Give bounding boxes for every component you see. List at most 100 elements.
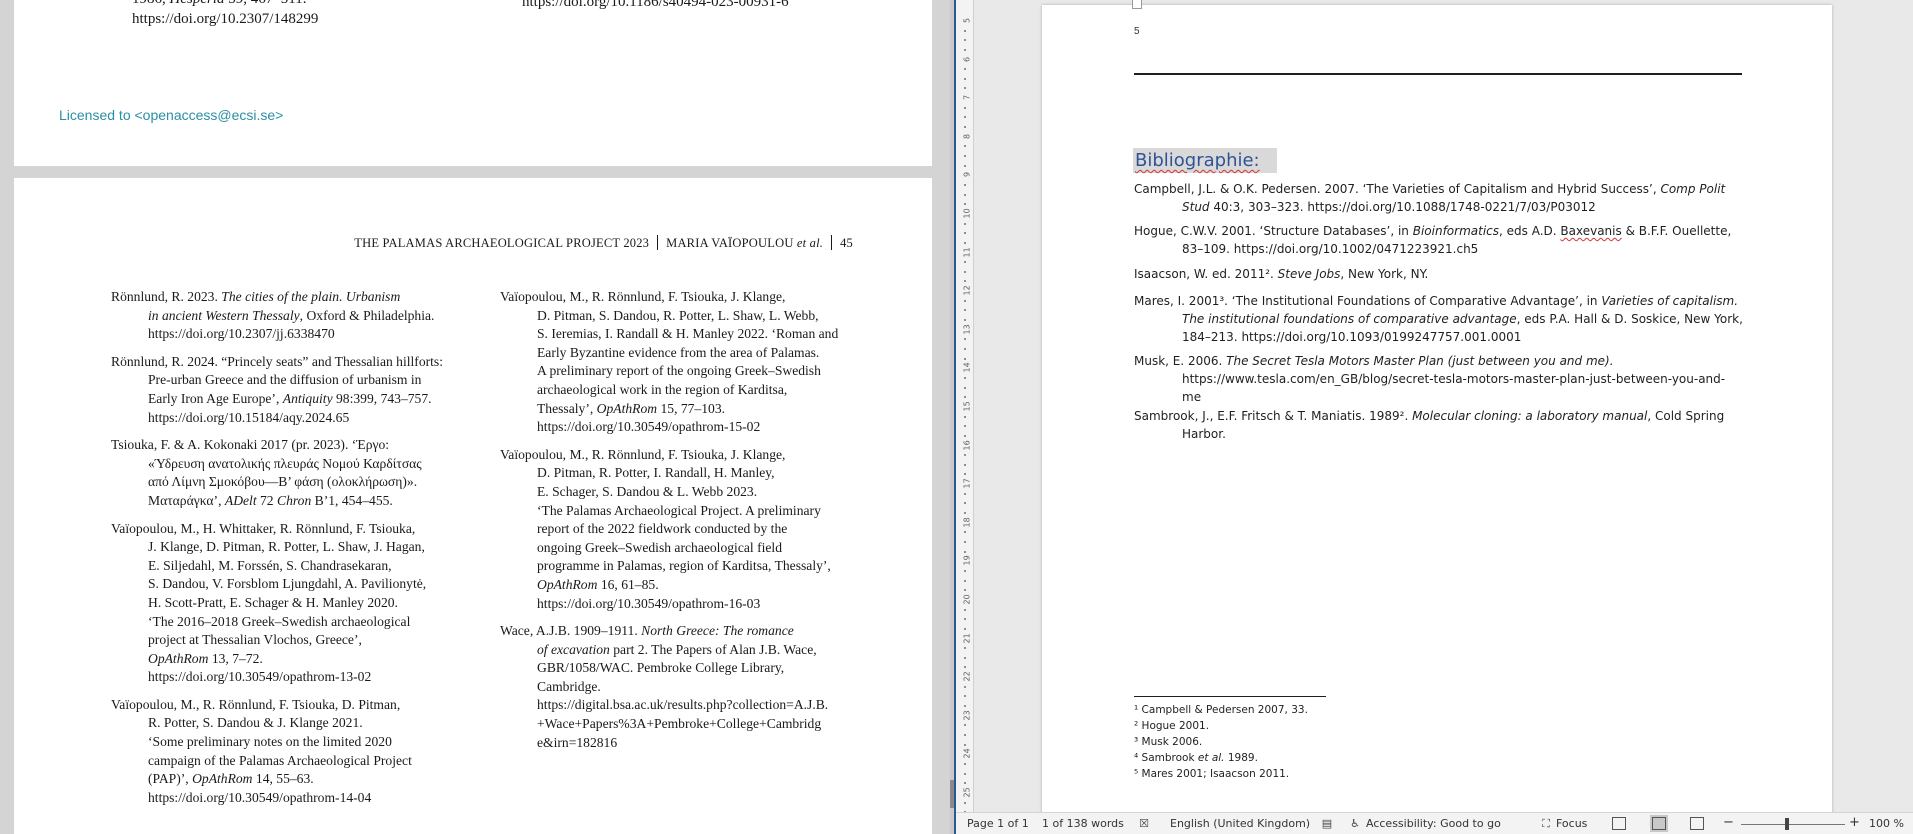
ruler-number: 22 xyxy=(962,671,972,682)
ruler-tick xyxy=(964,48,966,51)
reference-musk[interactable]: Musk, E. 2006. The Secret Tesla Motors M… xyxy=(1134,352,1746,407)
reference-line: E. Schager, S. Dandou & L. Webb 2023. xyxy=(537,483,758,499)
reference-line: Vaïopoulou, M., R. Rönnlund, F. Tsiouka,… xyxy=(111,696,401,712)
zoom-slider[interactable] xyxy=(1741,824,1845,825)
running-head-title: THE PALAMAS ARCHAEOLOGICAL PROJECT 2023 xyxy=(354,236,650,250)
focus-button[interactable]: Focus xyxy=(1556,817,1587,830)
accessibility-icon[interactable]: ♿ xyxy=(1348,817,1362,830)
ruler-tick xyxy=(964,232,966,235)
status-bar: Page 1 of 1 1 of 138 words ☒ English (Un… xyxy=(956,812,1913,834)
header-page-number[interactable]: 5 xyxy=(1134,26,1140,37)
language-indicator[interactable]: English (United Kingdom) xyxy=(1170,817,1310,830)
pdf-text-fragment: 1986, Hesperia 59, 467–511. xyxy=(132,0,306,8)
reference-line: Sambrook, J., E.F. Fritsch & T. Maniatis… xyxy=(1134,409,1725,423)
reference-line: The institutional foundations of compara… xyxy=(1182,312,1743,327)
reference-line: Vaïopoulou, M., R. Rönnlund, F. Tsiouka,… xyxy=(500,446,786,462)
zoom-level[interactable]: 100 % xyxy=(1869,817,1904,830)
ruler-tick xyxy=(964,377,966,379)
footnote-2[interactable]: ² Hogue 2001. xyxy=(1134,720,1209,732)
web-layout-icon[interactable] xyxy=(1690,817,1704,830)
reference-isaacson[interactable]: Isaacson, W. ed. 2011². Steve Jobs, New … xyxy=(1134,265,1746,283)
ruler-tick xyxy=(964,570,966,572)
reference-line[interactable]: https://doi.org/10.30549/opathrom-15-02 xyxy=(500,418,870,437)
ruler-tick xyxy=(964,695,966,698)
ruler-tick xyxy=(964,348,966,350)
read-mode-icon[interactable] xyxy=(1612,817,1626,830)
ruler-number: 13 xyxy=(962,324,972,335)
reference-line: programme in Palamas, region of Karditsa… xyxy=(537,558,831,574)
reference-line: D. Pitman, R. Potter, I. Randall, H. Man… xyxy=(537,465,775,481)
ruler-tick xyxy=(964,299,966,302)
pdf-reference-left-2: Rönnlund, R. 2024. “Princely seats” and … xyxy=(111,353,456,427)
ruler-tick xyxy=(964,425,966,428)
reference-mares[interactable]: Mares, I. 2001³. ‘The Institutional Foun… xyxy=(1134,292,1746,347)
document-page[interactable]: 5 Bibliographie: Campbell, J.L. & O.K. P… xyxy=(1042,0,1832,812)
ruler-tick xyxy=(964,222,966,225)
page-count[interactable]: Page 1 of 1 xyxy=(967,817,1029,830)
reference-line[interactable]: https://doi.org/10.30549/opathrom-13-02 xyxy=(111,668,456,687)
running-head-divider xyxy=(831,235,833,250)
reference-campbell[interactable]: Campbell, J.L. & O.K. Pedersen. 2007. ‘T… xyxy=(1134,180,1746,216)
pdf-doi-link[interactable]: https://doi.org/10.2307/148299 xyxy=(132,10,318,28)
ruler-tick xyxy=(964,155,966,157)
ruler-tick xyxy=(964,145,966,148)
reference-line: campaign of the Palamas Archaeological P… xyxy=(148,752,412,768)
bibliography-heading[interactable]: Bibliographie: xyxy=(1133,148,1277,173)
reference-line[interactable]: https://doi.org/10.30549/opathrom-14-04 xyxy=(111,789,456,808)
ruler-number: 16 xyxy=(962,439,972,451)
reference-line: ‘Some preliminary notes on the limited 2… xyxy=(148,734,392,750)
ruler-tick xyxy=(964,647,966,650)
ruler-tick xyxy=(964,685,966,688)
accessibility-status[interactable]: Accessibility: Good to go xyxy=(1366,817,1501,830)
footnote-5[interactable]: ⁵ Mares 2001; Isaacson 2011. xyxy=(1134,768,1289,780)
print-layout-icon[interactable] xyxy=(1650,815,1668,832)
ruler-number: 7 xyxy=(962,95,972,101)
text-boundary-corner xyxy=(1132,0,1142,9)
reference-line: https://www.tesla.com/en_GB/blog/secret-… xyxy=(1182,372,1726,387)
reference-line: archaeological work in the region of Kar… xyxy=(537,381,788,397)
footnote-1[interactable]: ¹ Campbell & Pedersen 2007, 33. xyxy=(1134,704,1308,716)
vertical-ruler[interactable]: 5 6 7 8 9 10 11 12 13 14 15 16 17 18 19 20 21 22 23 24 25 xyxy=(956,0,974,812)
footnote-4[interactable]: ⁴ Sambrook et al. 1989. xyxy=(1134,752,1258,764)
ruler-tick xyxy=(964,782,966,785)
ruler-tick xyxy=(964,434,966,437)
proofing-icon[interactable]: ☒ xyxy=(1137,817,1151,830)
ruler-tick xyxy=(964,618,966,621)
text-predictions-icon[interactable]: ▤ xyxy=(1320,817,1334,830)
reference-line: Pre-urban Greece and the diffusion of ur… xyxy=(148,372,422,388)
ruler-tick xyxy=(964,550,966,553)
ruler-tick xyxy=(964,68,966,71)
running-head-divider xyxy=(657,235,659,250)
ruler-tick xyxy=(964,338,966,341)
ruler-tick xyxy=(964,772,966,775)
reference-line: Rönnlund, R. 2023. The cities of the pla… xyxy=(111,289,401,304)
ruler-tick xyxy=(964,608,966,611)
pdf-doi-link[interactable]: https://doi.org/10.1186/s40494-023-00931… xyxy=(522,0,789,11)
reference-line[interactable]: https://doi.org/10.2307/jj.6338470 xyxy=(111,325,456,344)
running-head-etal: et al. xyxy=(796,236,824,250)
pdf-viewer[interactable]: 1986, Hesperia 59, 467–511. https://doi.… xyxy=(0,0,950,834)
reference-sambrook[interactable]: Sambrook, J., E.F. Fritsch & T. Maniatis… xyxy=(1134,407,1746,443)
reference-line[interactable]: https://doi.org/10.15184/aqy.2024.65 xyxy=(111,409,456,428)
reference-line[interactable]: https://doi.org/10.30549/opathrom-16-03 xyxy=(500,595,870,614)
pdf-reference-left-3: Tsiouka, F. & A. Kokonaki 2017 (pr. 2023… xyxy=(111,436,456,510)
reference-line: Vaïopoulou, M., R. Rönnlund, F. Tsiouka,… xyxy=(500,289,786,304)
zoom-out-button[interactable]: − xyxy=(1723,815,1734,830)
reference-line: Thessaly’, OpAthRom 15, 77–103. xyxy=(537,400,726,416)
zoom-in-button[interactable]: + xyxy=(1849,815,1860,830)
reference-line[interactable]: https://digital.bsa.ac.uk/results.php?co… xyxy=(500,696,870,715)
reference-line: S. Dandou, V. Forsblom Ljungdahl, A. Pav… xyxy=(148,576,427,592)
reference-line: Tsiouka, F. & A. Kokonaki 2017 (pr. 2023… xyxy=(111,437,390,453)
ruler-tick xyxy=(964,801,966,804)
ruler-tick xyxy=(964,29,966,32)
footnote-3[interactable]: ³ Musk 2006. xyxy=(1134,736,1202,748)
word-document-area[interactable]: 5 6 7 8 9 10 11 12 13 14 15 16 17 18 19 20 21 22 23 24 25 5 … xyxy=(956,0,1913,812)
zoom-slider-thumb[interactable] xyxy=(1785,818,1789,830)
reference-line: OpAthRom 13, 7–72. xyxy=(148,650,263,666)
reference-hogue[interactable]: Hogue, C.W.V. 2001. ‘Structure Databases… xyxy=(1134,222,1746,258)
ruler-number: 5 xyxy=(962,17,972,24)
word-count[interactable]: 1 of 138 words xyxy=(1042,817,1124,830)
license-watermark: Licensed to <openaccess@ecsi.se> xyxy=(59,107,284,123)
reference-line: Wace, A.J.B. 1909–1911. North Greece: Th… xyxy=(500,623,794,639)
focus-icon[interactable]: ⛶ xyxy=(1539,817,1553,830)
